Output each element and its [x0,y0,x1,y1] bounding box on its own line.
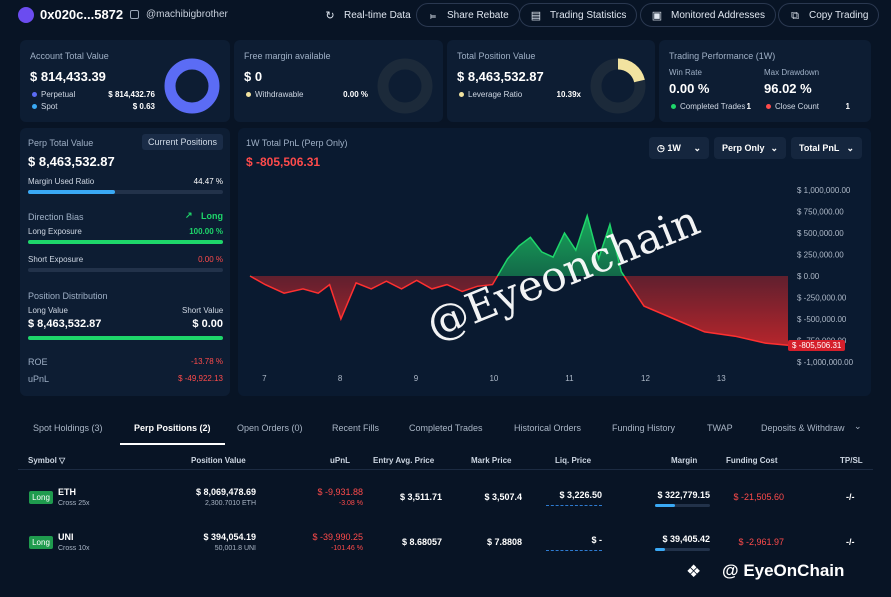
liq-price-underline [546,550,602,551]
tabs-more-chevron-icon[interactable]: ⌄ [854,421,862,432]
margin-bar [655,548,710,551]
x-tick-label: 10 [489,374,498,383]
funding-cost: $ -2,961.97 [738,537,784,547]
y-tick-label: $ -250,000.00 [797,294,847,303]
positions-table-header: Symbol ▽ Position Value uPnL Entry Avg. … [18,450,873,470]
position-size: 50,001.8 UNI [214,545,256,552]
margin-bar [655,504,710,507]
col-symbol[interactable]: Symbol [28,456,57,465]
upnl: $ -39,990.25 [312,532,363,542]
position-value: $ 394,054.19 [203,532,256,542]
position-size: 2,300.7010 ETH [205,500,256,507]
tab-deposits-withdraw[interactable]: Deposits & Withdraw [761,423,846,433]
entry-price: $ 3,511.71 [399,492,442,502]
margin: $ 39,405.42 [662,534,710,544]
col-tpsl[interactable]: TP/SL [840,456,863,465]
col-liq-price[interactable]: Liq. Price [555,456,591,465]
entry-price: $ 8.68057 [401,537,442,547]
col-position-value[interactable]: Position Value [191,456,246,465]
tab-perp-positions[interactable]: Perp Positions (2) [134,423,211,433]
margin-bar-fill [655,504,675,507]
y-tick-label: $ 1,000,000.00 [797,186,851,195]
upnl: $ -9,931.88 [317,487,363,497]
binance-logo-icon: ❖ [686,562,702,581]
liq-price: $ - [591,535,602,545]
x-tick-label: 9 [414,374,419,383]
liq-price: $ 3,226.50 [559,490,602,500]
mark-price: $ 7.8808 [486,537,522,547]
position-value: $ 8,069,478.69 [195,487,256,497]
active-tab-underline [120,443,225,445]
y-tick-label: $ 0.00 [797,272,820,281]
x-tick-label: 13 [717,374,726,383]
x-tick-label: 7 [262,374,267,383]
x-tick-label: 8 [338,374,343,383]
tab-funding-history[interactable]: Funding History [612,423,675,433]
current-pnl-label: $ -805,506.31 [788,340,846,351]
tabs-bar: Spot Holdings (3) Perp Positions (2) Ope… [18,416,873,440]
x-tick-label: 12 [641,374,650,383]
col-mark-price[interactable]: Mark Price [471,456,511,465]
tab-historical-orders[interactable]: Historical Orders [514,423,581,433]
tab-completed-trades[interactable]: Completed Trades [409,423,483,433]
filter-icon[interactable]: ▽ [59,456,65,465]
tab-spot-holdings[interactable]: Spot Holdings (3) [33,423,103,433]
corner-watermark: @ EyeOnChain [722,561,844,581]
y-tick-label: $ -1,000,000.00 [797,358,854,367]
col-upnl[interactable]: uPnL [330,456,350,465]
x-tick-label: 11 [565,374,574,383]
tab-open-orders[interactable]: Open Orders (0) [237,423,303,433]
leverage: Cross 10x [58,545,90,552]
col-entry-price[interactable]: Entry Avg. Price [373,456,434,465]
tab-recent-fills[interactable]: Recent Fills [332,423,379,433]
y-tick-label: $ 250,000.00 [797,251,844,260]
symbol[interactable]: ETH [58,487,76,497]
tab-twap[interactable]: TWAP [707,423,733,433]
symbol[interactable]: UNI [58,532,74,542]
corner-watermark-text: EyeOnChain [743,561,845,580]
y-tick-label: $ 750,000.00 [797,208,844,217]
tpsl[interactable]: -/- [846,537,855,547]
margin-bar-fill [655,548,665,551]
col-margin[interactable]: Margin [671,456,697,465]
margin: $ 322,779.15 [657,490,710,500]
side-badge: Long [29,491,53,504]
tpsl[interactable]: -/- [846,492,855,502]
y-tick-label: $ 500,000.00 [797,229,844,238]
y-tick-label: $ -500,000.00 [797,315,847,324]
col-funding-cost[interactable]: Funding Cost [726,456,778,465]
funding-cost: $ -21,505.60 [733,492,784,502]
side-badge: Long [29,536,53,549]
upnl-percent: -3.08 % [338,500,363,507]
at-icon: @ [722,561,744,580]
table-row[interactable]: Long ETH Cross 25x $ 8,069,478.69 2,300.… [18,474,873,520]
upnl-percent: -101.46 % [331,545,363,552]
liq-price-underline [546,505,602,506]
mark-price: $ 3,507.4 [484,492,522,502]
leverage: Cross 25x [58,500,90,507]
